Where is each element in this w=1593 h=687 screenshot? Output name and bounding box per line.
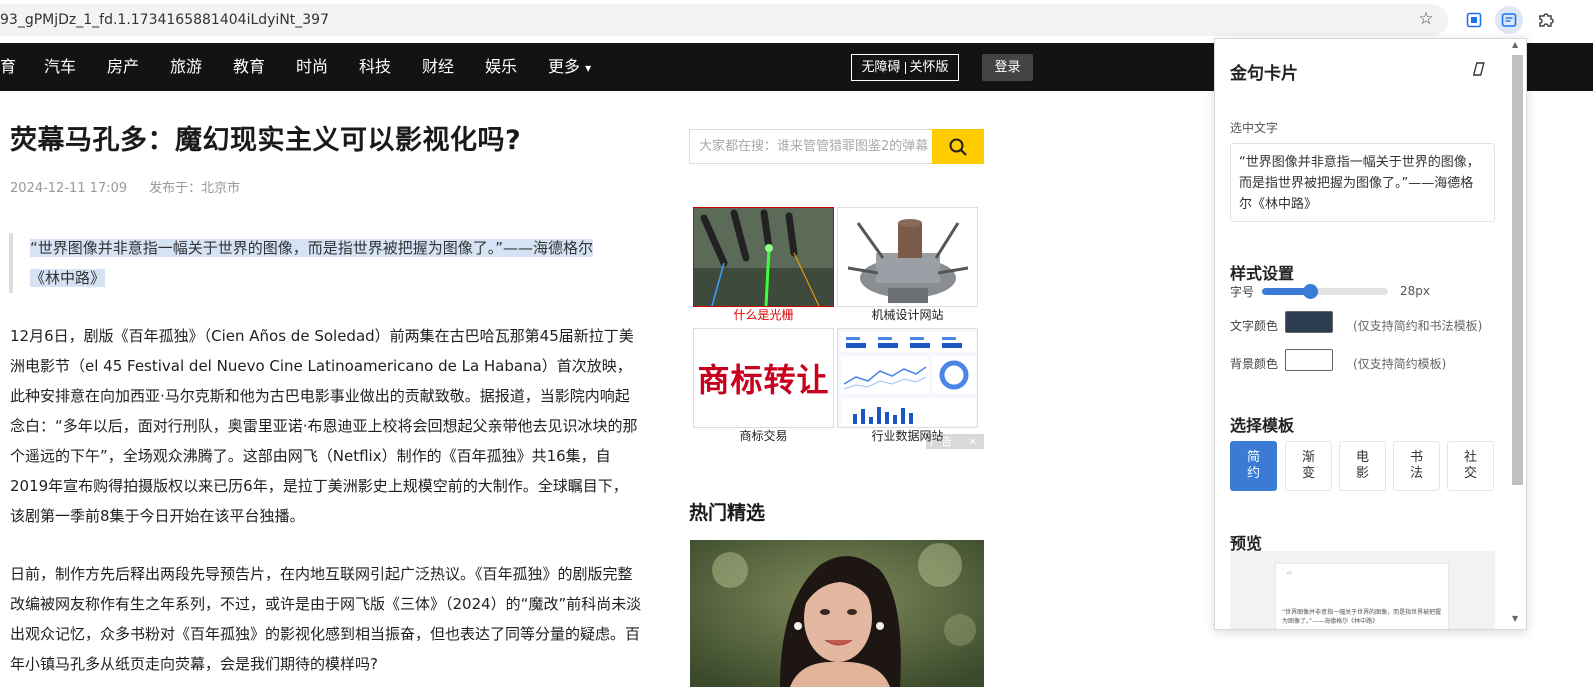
bg-color-label: 背景颜色 <box>1230 357 1279 371</box>
page: { "browser": { "url": "93_gPMjDz_1_fd.1.… <box>0 0 1593 687</box>
extension-square-icon[interactable] <box>1460 6 1488 34</box>
golden-quote-panel: 金句卡片 选中文字 “世界图像并非意指一幅关于世界的图像，而是指世界被把握为图像… <box>1214 38 1527 630</box>
article-title: 荧幕马孔多：魔幻现实主义可以影视化吗? <box>10 125 522 156</box>
browser-toolbar: 93_gPMjDz_1_fd.1.1734165881404iLdyiNt_39… <box>0 0 1593 40</box>
ad-item[interactable]: 机械设计网站 <box>837 207 978 323</box>
nav-item-fashion[interactable]: 时尚 <box>296 43 328 91</box>
nav-item-education[interactable]: 教育 <box>233 43 265 91</box>
ad-image-machine <box>837 207 978 307</box>
chevron-down-icon: ▾ <box>585 61 592 75</box>
style-heading: 样式设置 <box>1230 264 1295 283</box>
text-color-note: (仅支持简约和书法模板) <box>1353 319 1483 333</box>
article-paragraph: 12月6日，剧版《百年孤独》（Cien Años de Soledad）前两集在… <box>10 327 638 525</box>
extension-card-icon[interactable] <box>1495 6 1523 34</box>
accessibility-button[interactable]: 无障碍 关怀版 <box>851 54 959 81</box>
ad-item[interactable]: 行业数据网站 <box>837 328 978 444</box>
close-icon[interactable]: × <box>968 435 977 448</box>
star-icon[interactable]: ☆ <box>1416 9 1436 29</box>
text-color-label: 文字颜色 <box>1230 319 1279 333</box>
divider <box>904 61 906 74</box>
ad-caption[interactable]: 商标交易 <box>693 428 834 444</box>
preview-card: “ “世界图像并非意指一幅关于世界的图像，而是指世界被把握为图像了。”——海德格… <box>1275 563 1449 629</box>
login-button[interactable]: 登录 <box>982 54 1033 81</box>
quote-line-2: 《林中路》 <box>30 269 106 287</box>
font-size-label: 字号 <box>1230 285 1255 299</box>
template-simple[interactable]: 简约 <box>1230 441 1277 491</box>
panel-title: 金句卡片 <box>1230 64 1298 84</box>
ad-item[interactable]: 什么是光栅 <box>693 207 834 323</box>
featured-image[interactable] <box>690 540 984 687</box>
bg-color-swatch[interactable] <box>1285 349 1333 371</box>
ad-label: 广告 <box>930 435 952 448</box>
nav-item-finance[interactable]: 财经 <box>422 43 454 91</box>
nav-item-more[interactable]: 更多 ▾ <box>548 43 591 91</box>
pin-icon[interactable] <box>1472 62 1487 80</box>
article-paragraph: 日前，制作方先后释出两段先导预告片，在内地互联网引起广泛热议。《百年孤独》的剧版… <box>10 565 642 673</box>
nav-item-auto[interactable]: 汽车 <box>44 43 76 91</box>
ad-image-text: 商标转让 <box>697 361 830 399</box>
section-title: 热门精选 <box>689 502 766 524</box>
search-input[interactable]: 大家都在搜：谁来管管猎罪图鉴2的弹幕 <box>689 129 933 164</box>
font-size-value: 28px <box>1400 284 1430 298</box>
nav-item-ent[interactable]: 娱乐 <box>485 43 517 91</box>
ad-caption[interactable]: 机械设计网站 <box>837 307 978 323</box>
selected-text-box[interactable]: “世界图像并非意指一幅关于世界的图像，而是指世界被把握为图像了。”——海德格尔《… <box>1230 143 1495 222</box>
nav-item-travel[interactable]: 旅游 <box>170 43 202 91</box>
bg-color-note: (仅支持简约模板) <box>1353 357 1447 371</box>
scroll-up-icon[interactable]: ▲ <box>1512 40 1518 49</box>
puzzle-icon[interactable] <box>1532 6 1560 34</box>
ad-item[interactable]: 商标转让 商标交易 <box>693 328 834 444</box>
selected-text-label: 选中文字 <box>1230 121 1279 135</box>
text-color-swatch[interactable] <box>1285 311 1333 333</box>
nav-item-tech[interactable]: 科技 <box>359 43 391 91</box>
scroll-down-icon[interactable]: ▼ <box>1512 614 1518 623</box>
publish-location: 发布于：北京市 <box>149 181 241 196</box>
nav-item-edu-partial[interactable]: 育 <box>0 43 16 91</box>
search-icon <box>949 138 967 156</box>
template-gradient[interactable]: 渐变 <box>1285 441 1332 491</box>
ad-image-dashboard <box>837 328 978 428</box>
template-heading: 选择模板 <box>1230 416 1295 435</box>
ad-flag[interactable]: 广告 × <box>926 434 984 449</box>
ad-caption[interactable]: 什么是光栅 <box>693 307 834 323</box>
preview-text: “世界图像并非意指一幅关于世界的图像，而是指世界被把握为图像了。”——海德格尔《… <box>1282 609 1442 625</box>
template-movie[interactable]: 电影 <box>1339 441 1386 491</box>
nav-more-label: 更多 <box>548 57 581 76</box>
search-button[interactable] <box>932 129 984 164</box>
slider-thumb[interactable] <box>1302 284 1318 299</box>
scroll-thumb[interactable] <box>1512 55 1523 485</box>
quote-mark-icon: “ <box>1286 570 1293 585</box>
template-social[interactable]: 社交 <box>1447 441 1494 491</box>
ad-image-trademark: 商标转让 <box>693 328 834 428</box>
quote-line-1: “世界图像并非意指一幅关于世界的图像，而是指世界被把握为图像了。”——海德格尔 <box>30 239 594 257</box>
blockquote: “世界图像并非意指一幅关于世界的图像，而是指世界被把握为图像了。”——海德格尔 … <box>9 233 639 293</box>
article-meta: 2024-12-11 17:09 发布于：北京市 <box>10 177 240 196</box>
care-mode-label: 关怀版 <box>909 60 949 75</box>
preview-area: “ “世界图像并非意指一幅关于世界的图像，而是指世界被把握为图像了。”——海德格… <box>1230 551 1495 629</box>
publish-date: 2024-12-11 17:09 <box>10 181 128 196</box>
address-bar[interactable]: 93_gPMjDz_1_fd.1.1734165881404iLdyiNt_39… <box>0 4 1448 36</box>
nav-item-house[interactable]: 房产 <box>107 43 139 91</box>
ad-image-laser <box>693 207 834 307</box>
accessibility-label: 无障碍 <box>861 60 901 75</box>
font-size-slider[interactable] <box>1262 284 1388 299</box>
template-calligraphy[interactable]: 书法 <box>1393 441 1440 491</box>
